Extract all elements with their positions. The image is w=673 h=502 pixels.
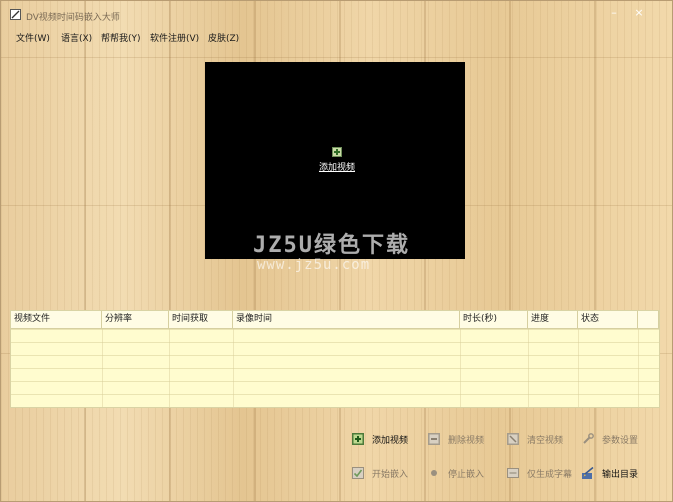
clear-video-label: 清空视频 (527, 435, 564, 446)
add-video-button[interactable]: 添加视频 (352, 431, 408, 447)
stop-embed-label: 停止嵌入 (448, 469, 485, 480)
clear-video-button[interactable]: 清空视频 (507, 431, 563, 447)
column-header-file[interactable]: 视频文件 (11, 311, 102, 328)
film-clear-icon (507, 433, 519, 445)
preview-add-video-link[interactable]: 添加视频 (317, 146, 357, 173)
column-header-duration[interactable]: 时长(秒) (460, 311, 528, 328)
column-header-extra[interactable] (638, 311, 659, 328)
subtitle-only-button[interactable]: 仅生成字幕 (507, 465, 572, 481)
column-divider (169, 329, 170, 407)
video-file-table[interactable]: 视频文件 分辨率 时间获取 录像时间 时长(秒) 进度 状态 (10, 310, 660, 408)
table-header: 视频文件 分辨率 时间获取 录像时间 时长(秒) 进度 状态 (11, 311, 659, 329)
watermark-brand: JZ5U绿色下载 (253, 233, 410, 258)
output-dir-button[interactable]: 输出目录 (582, 465, 638, 481)
column-header-progress[interactable]: 进度 (528, 311, 578, 328)
column-divider (578, 329, 579, 407)
column-header-resolution[interactable]: 分辨率 (102, 311, 169, 328)
column-header-time-source[interactable]: 时间获取 (169, 311, 233, 328)
preview-add-video-label: 添加视频 (318, 163, 355, 173)
minimize-button[interactable]: – (607, 6, 621, 20)
delete-video-button[interactable]: 删除视频 (428, 431, 484, 447)
column-divider (528, 329, 529, 407)
menu-skin[interactable]: 皮肤(Z) (208, 31, 239, 44)
stop-embed-button[interactable]: 停止嵌入 (428, 465, 484, 481)
stop-icon (431, 470, 437, 476)
close-button[interactable]: × (632, 6, 646, 20)
start-embed-button[interactable]: 开始嵌入 (352, 465, 408, 481)
add-video-label: 添加视频 (372, 435, 409, 446)
watermark-url: www.jz5u.com (257, 257, 371, 273)
column-divider (460, 329, 461, 407)
param-settings-button[interactable]: 参数设置 (582, 431, 638, 447)
column-divider (233, 329, 234, 407)
column-divider (638, 329, 639, 407)
checkbox-icon (352, 467, 364, 479)
menu-bar: 文件(W) 语言(X) 帮帮我(Y) 软件注册(V) 皮肤(Z) (1, 29, 672, 47)
wrench-icon (583, 433, 594, 444)
menu-language[interactable]: 语言(X) (61, 31, 92, 44)
film-add-icon (352, 433, 364, 445)
menu-file[interactable]: 文件(W) (16, 31, 50, 44)
delete-video-label: 删除视频 (448, 435, 485, 446)
film-delete-icon (428, 433, 440, 445)
pencil-folder-icon (582, 467, 594, 479)
window-title: DV视频时间码嵌入大师 (26, 13, 120, 23)
column-header-status[interactable]: 状态 (578, 311, 638, 328)
title-bar: DV视频时间码嵌入大师 – × (1, 1, 672, 29)
column-divider (102, 329, 103, 407)
param-settings-label: 参数设置 (602, 435, 639, 446)
output-dir-label: 输出目录 (602, 469, 639, 480)
film-add-icon (332, 147, 342, 157)
app-window: DV视频时间码嵌入大师 – × 文件(W) 语言(X) 帮帮我(Y) 软件注册(… (0, 0, 673, 502)
app-logo-icon (10, 9, 21, 20)
menu-register[interactable]: 软件注册(V) (150, 31, 199, 44)
table-body (11, 329, 659, 407)
start-embed-label: 开始嵌入 (372, 469, 409, 480)
subtitle-only-label: 仅生成字幕 (527, 469, 573, 480)
column-header-record-time[interactable]: 录像时间 (233, 311, 460, 328)
menu-help[interactable]: 帮帮我(Y) (101, 31, 141, 44)
subtitle-icon (507, 468, 519, 478)
